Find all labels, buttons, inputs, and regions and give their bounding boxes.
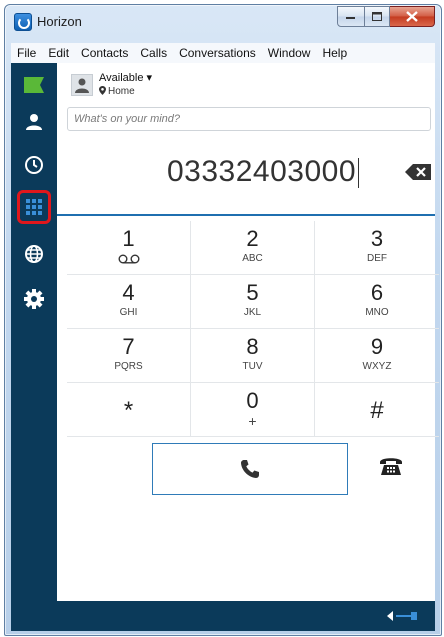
gear-icon (24, 289, 44, 309)
user-icon (26, 114, 42, 130)
bottom-bar (57, 601, 435, 631)
close-icon (406, 11, 418, 22)
key-digit: 1 (122, 226, 135, 251)
sidebar-item-contacts[interactable] (20, 108, 48, 136)
key-star[interactable]: * (67, 383, 191, 437)
desk-phone-button[interactable] (379, 456, 403, 481)
key-letters: DEF (367, 253, 387, 264)
sidebar (11, 63, 57, 631)
flag-icon (24, 77, 44, 93)
location-label[interactable]: Home (99, 86, 135, 97)
minimize-icon (346, 16, 355, 19)
sidebar-item-dialpad[interactable] (17, 190, 51, 224)
key-4[interactable]: 4 GHI (67, 275, 191, 329)
maximize-button[interactable] (365, 6, 390, 27)
key-digit: 4 (122, 280, 135, 305)
display-divider (57, 214, 435, 216)
key-digit: 0 (246, 388, 259, 413)
menu-file[interactable]: File (11, 43, 42, 63)
sidebar-item-history[interactable] (20, 151, 48, 179)
phone-handset-icon (241, 460, 259, 478)
menu-bar: File Edit Contacts Calls Conversations W… (11, 43, 435, 63)
key-digit: * (123, 397, 134, 424)
key-digit: 5 (246, 280, 259, 305)
sidebar-item-settings[interactable] (20, 285, 48, 313)
key-9[interactable]: 9 WXYZ (315, 329, 439, 383)
key-hash[interactable]: # (315, 383, 439, 437)
availability-dropdown[interactable]: Available ▾ (99, 71, 152, 84)
key-1[interactable]: 1 (67, 221, 191, 275)
window-title: Horizon (37, 14, 82, 29)
menu-window[interactable]: Window (262, 43, 317, 63)
key-digit: 6 (370, 280, 384, 305)
voicemail-icon (118, 254, 139, 264)
key-digit: 7 (122, 334, 135, 359)
clock-icon (25, 156, 43, 174)
key-5[interactable]: 5 JKL (191, 275, 315, 329)
key-digit: 3 (370, 226, 384, 251)
app-window: Horizon File Edit Contacts Calls Convers… (4, 4, 442, 636)
key-letters: ABC (242, 253, 263, 264)
text-cursor (358, 158, 360, 189)
key-7[interactable]: 7 PQRS (67, 329, 191, 383)
key-letters: MNO (365, 307, 389, 318)
key-letters: PQRS (114, 361, 143, 372)
backspace-icon (405, 164, 431, 180)
desk-phone-icon (380, 458, 402, 475)
sidebar-item-web[interactable] (20, 240, 48, 268)
avatar[interactable] (71, 74, 93, 96)
main-panel: Available ▾ Home 03332403000 (57, 63, 439, 631)
maximize-icon (372, 12, 382, 21)
key-letters: TUV (242, 361, 263, 372)
menu-contacts[interactable]: Contacts (75, 43, 134, 63)
key-digit: 8 (246, 334, 259, 359)
sidebar-item-flag[interactable] (20, 71, 48, 99)
key-letters: GHI (119, 307, 138, 318)
menu-calls[interactable]: Calls (134, 43, 173, 63)
title-bar[interactable]: Horizon (5, 5, 441, 39)
key-digit: 2 (246, 226, 259, 251)
close-button[interactable] (390, 6, 435, 27)
collapse-panel-icon[interactable] (387, 610, 417, 622)
menu-conversations[interactable]: Conversations (173, 43, 262, 63)
location-pin-icon (99, 86, 106, 95)
app-logo-icon (14, 13, 32, 31)
menu-help[interactable]: Help (316, 43, 353, 63)
dialpad-icon (26, 199, 42, 215)
location-text: Home (108, 86, 135, 97)
key-6[interactable]: 6 MNO (315, 275, 439, 329)
key-0[interactable]: 0 + (191, 383, 315, 437)
key-letters: WXYZ (362, 361, 392, 372)
client-area: Available ▾ Home 03332403000 (11, 63, 439, 631)
avatar-person-icon (75, 78, 89, 93)
key-letters: JKL (243, 307, 262, 318)
key-3[interactable]: 3 DEF (315, 221, 439, 275)
key-letters: + (248, 413, 257, 429)
status-message-input[interactable] (67, 107, 431, 131)
menu-edit[interactable]: Edit (42, 43, 75, 63)
globe-icon (25, 245, 43, 263)
dialed-number-display[interactable]: 03332403000 (167, 155, 360, 189)
backspace-button[interactable] (405, 164, 431, 180)
key-digit: 9 (370, 334, 384, 359)
call-button[interactable] (152, 443, 348, 495)
window-controls (337, 6, 435, 27)
key-8[interactable]: 8 TUV (191, 329, 315, 383)
minimize-button[interactable] (337, 6, 365, 27)
key-digit: # (370, 397, 384, 424)
key-2[interactable]: 2 ABC (191, 221, 315, 275)
dialed-number: 03332403000 (167, 155, 357, 188)
